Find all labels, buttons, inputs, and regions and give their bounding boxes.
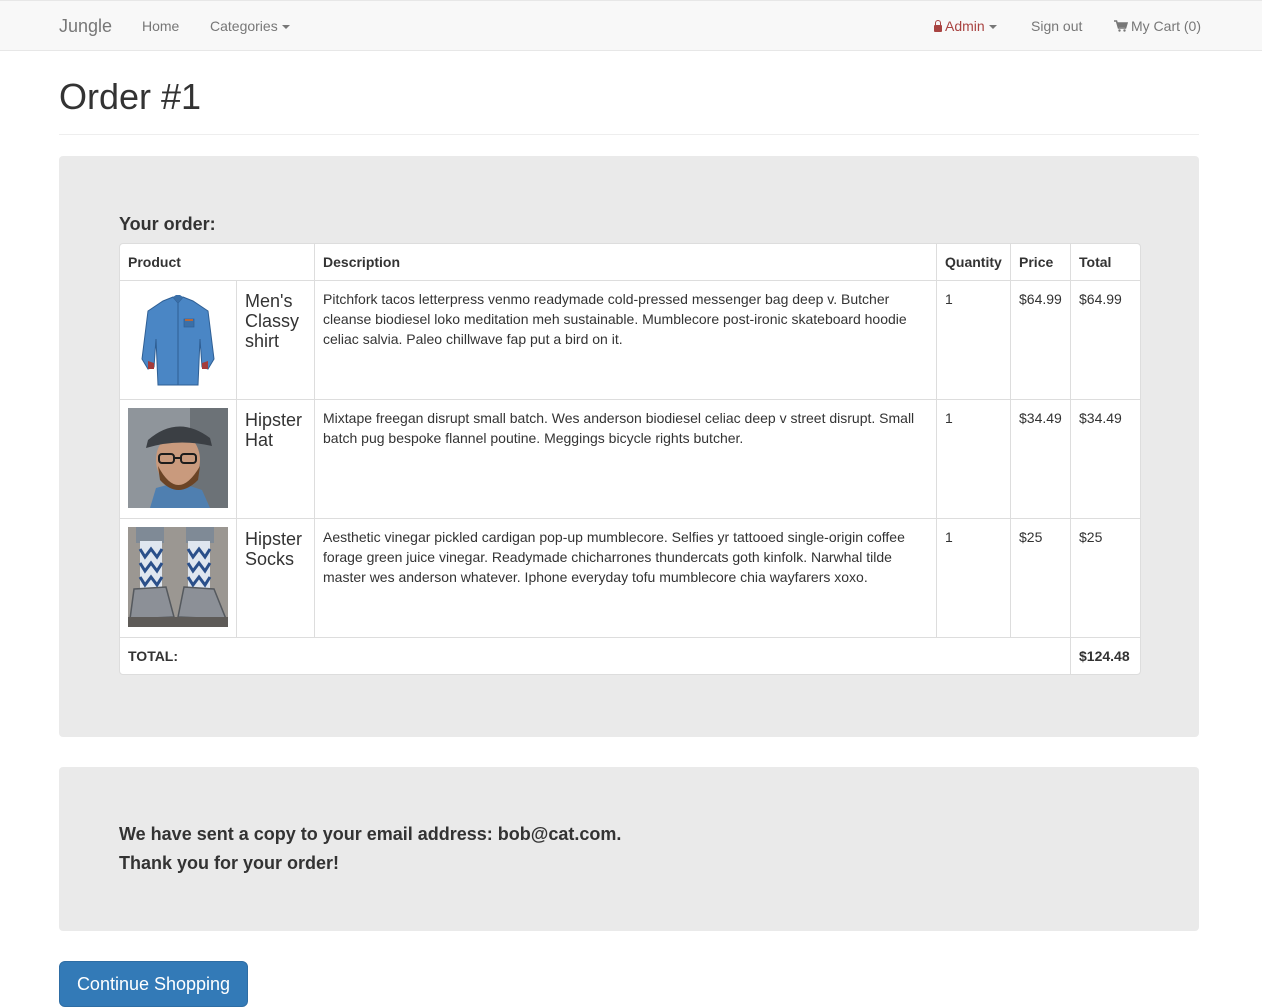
page-title: Order #1 — [59, 76, 202, 117]
thank-you-text: Thank you for your order! — [119, 853, 340, 873]
nav-cart-label: My Cart (0) — [1131, 18, 1201, 34]
table-header-row: Product Description Quantity Price Total — [120, 244, 1141, 281]
product-description: Aesthetic vinegar pickled cardigan pop-u… — [315, 519, 938, 638]
table-row: Hipster Hat Mixtape freegan disrupt smal… — [120, 400, 1141, 519]
product-quantity: 1 — [937, 281, 1012, 400]
product-price: $25 — [1011, 519, 1072, 638]
chevron-down-icon — [988, 25, 997, 30]
chevron-down-icon — [281, 25, 290, 30]
shirt-icon — [141, 295, 215, 386]
order-total-label: TOTAL: — [120, 638, 1072, 674]
product-image-cell — [120, 519, 237, 638]
column-header-description: Description — [315, 244, 938, 281]
continue-shopping-button[interactable]: Continue Shopping — [59, 961, 248, 1007]
product-image-hat — [128, 408, 228, 508]
product-image-cell — [120, 400, 237, 519]
column-header-total: Total — [1071, 244, 1141, 281]
order-table: Product Description Quantity Price Total — [119, 243, 1142, 675]
lock-icon — [934, 19, 942, 32]
product-price: $34.49 — [1011, 400, 1072, 519]
nav-categories-label: Categories — [210, 18, 278, 34]
nav-categories-dropdown[interactable]: Categories — [210, 1, 290, 51]
order-total-row: TOTAL: $124.48 — [120, 638, 1140, 674]
order-summary-panel: Your order: Product Description Quantity… — [59, 156, 1199, 737]
nav-sign-out[interactable]: Sign out — [1031, 1, 1082, 51]
product-description: Mixtape freegan disrupt small batch. Wes… — [315, 400, 938, 519]
email-confirmation-panel: We have sent a copy to your email addres… — [59, 767, 1199, 931]
column-header-product: Product — [120, 244, 316, 281]
cart-icon — [1114, 20, 1128, 32]
brand-link[interactable]: Jungle — [59, 1, 112, 51]
nav-cart[interactable]: My Cart (0) — [1114, 1, 1201, 51]
product-price: $64.99 — [1011, 281, 1072, 400]
product-name: Hipster Socks — [237, 519, 316, 638]
product-line-total: $25 — [1071, 519, 1141, 638]
product-image-socks — [128, 527, 228, 627]
product-image-cell — [120, 281, 237, 400]
title-divider — [59, 134, 1199, 135]
product-image-shirt — [128, 289, 228, 389]
product-line-total: $64.99 — [1071, 281, 1141, 400]
nav-home[interactable]: Home — [142, 1, 179, 51]
product-name: Hipster Hat — [237, 400, 316, 519]
order-grand-total: $124.48 — [1079, 648, 1130, 664]
table-row: Hipster Socks Aesthetic vinegar pickled … — [120, 519, 1141, 638]
socks-icon — [128, 527, 228, 627]
your-order-heading: Your order: — [119, 214, 216, 234]
product-quantity: 1 — [937, 519, 1012, 638]
column-header-price: Price — [1011, 244, 1072, 281]
nav-admin-label: Admin — [945, 18, 985, 34]
product-description: Pitchfork tacos letterpress venmo readym… — [315, 281, 938, 400]
product-line-total: $34.49 — [1071, 400, 1141, 519]
product-quantity: 1 — [937, 400, 1012, 519]
column-header-quantity: Quantity — [937, 244, 1012, 281]
hat-icon — [128, 408, 228, 508]
table-row: Men's Classy shirt Pitchfork tacos lette… — [120, 281, 1141, 400]
top-navbar: Jungle Home Categories Admin Sign out My… — [0, 0, 1262, 51]
nav-admin-dropdown[interactable]: Admin — [934, 1, 997, 51]
email-confirmation-text: We have sent a copy to your email addres… — [119, 824, 622, 844]
product-name: Men's Classy shirt — [237, 281, 316, 400]
